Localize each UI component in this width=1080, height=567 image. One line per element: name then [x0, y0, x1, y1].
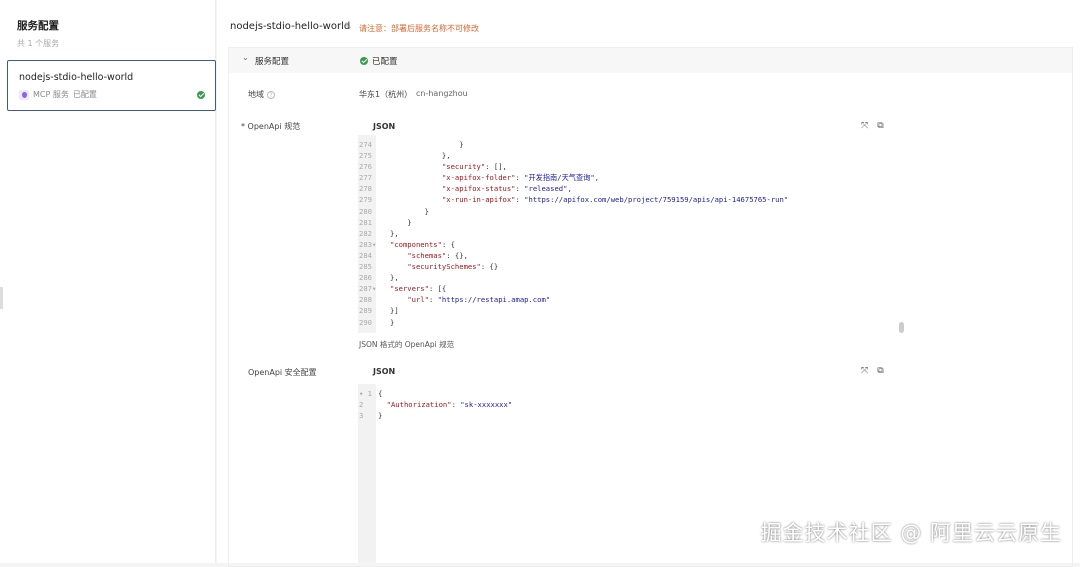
code-line: 285 "securitySchemes": {}	[358, 261, 905, 272]
line-number: 282	[359, 228, 372, 238]
code-text: "components": {	[390, 239, 455, 249]
code-text: "url": "https://restapi.amap.com"	[407, 295, 551, 305]
code-text: "securitySchemes": {}	[407, 262, 499, 272]
code-text: },	[390, 151, 451, 161]
code-line: 290}	[358, 317, 905, 328]
copy-icon[interactable]: ⧉	[877, 121, 883, 131]
code-text: {	[378, 389, 383, 398]
code-text: }	[378, 411, 383, 421]
code-text: "x-run-in-apifox": "https://apifox.com/w…	[441, 195, 789, 205]
code-text: }	[390, 217, 412, 227]
service-name: nodejs-stdio-hello-world	[19, 72, 134, 83]
line-number: 280	[359, 206, 372, 216]
service-status: 已配置	[72, 90, 97, 99]
openapi-format: JSON	[373, 122, 396, 131]
line-number: 279	[359, 195, 372, 205]
line-number: 287▾	[359, 284, 377, 294]
openapi-label: * OpenApi 规范	[241, 122, 301, 131]
code-line: 3}	[358, 410, 905, 421]
code-text: }	[390, 317, 395, 327]
line-number: 2	[359, 400, 364, 410]
code-text: "schemas": {},	[407, 250, 468, 260]
section-status: 已配置	[372, 57, 398, 67]
code-line: 281 }	[358, 217, 905, 228]
section-header[interactable]: ⌄ 服务配置 已配置	[229, 48, 1072, 73]
code-line: 283▾ "components": {	[358, 239, 905, 250]
sidebar-title: 服务配置	[17, 20, 59, 32]
line-number: 283▾	[359, 239, 377, 249]
code-line: 282},	[358, 228, 905, 239]
line-number: 288	[359, 295, 372, 305]
section-label: 服务配置	[255, 57, 290, 67]
line-number: 281	[359, 217, 372, 227]
collapse-handle[interactable]	[0, 287, 3, 309]
line-number: 3	[359, 411, 364, 421]
check-circle-icon	[360, 57, 368, 65]
mcp-icon	[19, 89, 29, 100]
scrollbar[interactable]	[899, 322, 904, 333]
code-line: 289}]	[358, 305, 905, 316]
warning-text: 请注意：部署后服务名称不可修改	[359, 24, 479, 33]
line-number: 277	[359, 173, 372, 183]
code-line: 276 "security": [],	[358, 161, 905, 172]
line-number: 290	[359, 317, 372, 327]
code-line: 287▾ "servers": [{	[358, 283, 905, 294]
code-line: 274 }	[358, 139, 905, 150]
code-text: "Authorization": "sk-xxxxxxx"	[386, 400, 513, 410]
line-number: 278	[359, 184, 372, 194]
openapi-hint: JSON 格式的 OpenApi 规范	[359, 340, 455, 349]
code-text: }	[390, 206, 429, 216]
watermark: 掘金技术社区 @ 阿里云云原生	[760, 521, 1062, 545]
region-code: cn-hangzhou	[416, 89, 468, 98]
line-number: 274	[359, 140, 372, 149]
line-number: 285	[359, 262, 372, 272]
code-line: 288 "url": "https://restapi.amap.com"	[358, 294, 905, 305]
code-line: 286},	[358, 272, 905, 283]
line-number: 286	[359, 273, 372, 283]
service-card[interactable]: nodejs-stdio-hello-world MCP 服务 已配置	[7, 60, 216, 111]
line-number: 284	[359, 250, 372, 260]
sidebar: 服务配置 共 1 个服务 nodejs-stdio-hello-world MC…	[0, 0, 216, 563]
code-text: "servers": [{	[390, 284, 447, 294]
code-line: 275 },	[358, 150, 905, 161]
service-title: nodejs-stdio-hello-world	[230, 21, 351, 32]
line-number: ▾ 1	[359, 389, 372, 398]
code-line: 280 }	[358, 206, 905, 217]
code-text: }	[390, 140, 464, 149]
service-type: MCP 服务	[33, 90, 69, 99]
copy-icon[interactable]: ⧉	[877, 366, 883, 376]
edit-icon[interactable]: ✎	[344, 22, 352, 32]
code-text: "x-apifox-folder": "开发指南/天气查询",	[441, 173, 599, 183]
main-panel: nodejs-stdio-hello-world ✎ 请注意：部署后服务名称不可…	[217, 0, 1080, 567]
code-line: ▾ 1 {	[358, 388, 905, 399]
code-text: }]	[390, 306, 399, 316]
security-format: JSON	[373, 367, 396, 376]
code-text: },	[390, 228, 399, 238]
region-value: 华东1（杭州）	[359, 90, 413, 99]
help-icon[interactable]: ?	[267, 91, 275, 99]
code-line: 2 "Authorization": "sk-xxxxxxx"	[358, 399, 905, 410]
code-text: },	[390, 273, 399, 283]
line-number: 275	[359, 151, 372, 161]
line-number: 276	[359, 162, 372, 172]
service-count: 共 1 个服务	[17, 39, 60, 48]
code-line: 277 "x-apifox-folder": "开发指南/天气查询",	[358, 172, 905, 183]
security-label: OpenApi 安全配置	[248, 368, 317, 377]
check-circle-icon	[197, 91, 205, 99]
openapi-editor[interactable]: 274 } 275 }, 276 "security": [], 277 "x-api…	[358, 135, 905, 333]
format-icon[interactable]: ⤧	[861, 366, 868, 376]
code-text: "security": [],	[441, 162, 507, 172]
format-icon[interactable]: ⤧	[861, 121, 868, 131]
code-line: 284 "schemas": {},	[358, 250, 905, 261]
line-number: 289	[359, 306, 372, 316]
code-text: "x-apifox-status": "released",	[441, 184, 572, 194]
code-line: 279 "x-run-in-apifox": "https://apifox.c…	[358, 194, 905, 205]
code-line: 278 "x-apifox-status": "released",	[358, 183, 905, 194]
chevron-down-icon[interactable]: ⌄	[242, 53, 249, 62]
region-label: 地域?	[248, 89, 275, 100]
